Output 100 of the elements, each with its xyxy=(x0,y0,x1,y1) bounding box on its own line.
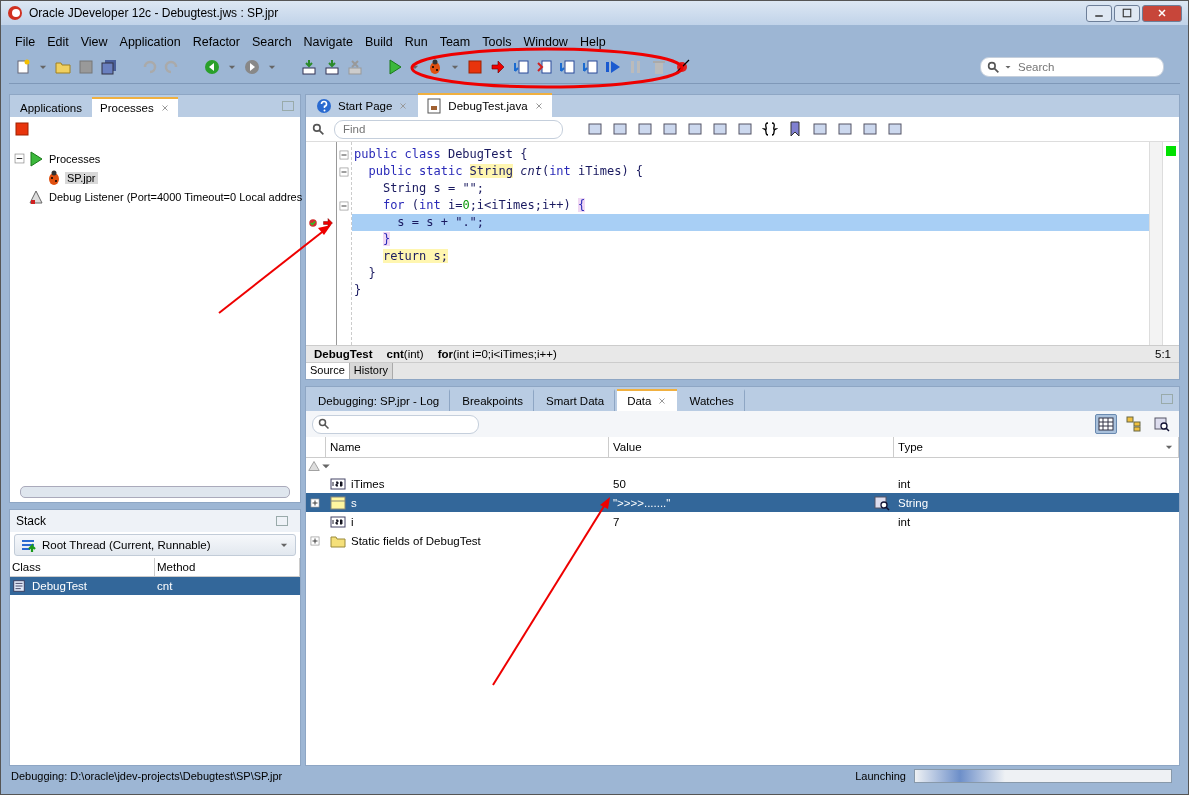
editor-view-tab[interactable]: Source xyxy=(306,363,350,379)
horizontal-scrollbar[interactable] xyxy=(20,486,290,498)
progress-label: Launching xyxy=(855,770,906,782)
find-box[interactable]: Find xyxy=(334,119,563,139)
step-over-icon[interactable] xyxy=(513,59,529,75)
minimize-button[interactable] xyxy=(1086,4,1112,22)
menu-item[interactable]: Refactor xyxy=(192,35,240,49)
search-icon[interactable] xyxy=(312,122,325,136)
table-view-button[interactable] xyxy=(1095,414,1117,434)
status-square-icon xyxy=(1166,146,1176,156)
cursor-position: 5:1 xyxy=(1155,348,1171,360)
breadcrumb[interactable]: DebugTest xyxy=(314,348,373,360)
data-search-field[interactable] xyxy=(312,414,479,434)
breadcrumb[interactable]: cnt(int) xyxy=(386,348,424,360)
save-all-icon[interactable] xyxy=(101,59,117,75)
dropdown-caret-icon[interactable] xyxy=(1004,63,1012,71)
data-row[interactable]: s xyxy=(326,493,609,512)
open-folder-icon[interactable] xyxy=(55,59,71,75)
menu-item[interactable]: Run xyxy=(404,35,428,49)
stop-icon[interactable] xyxy=(14,121,30,137)
menu-item[interactable]: File xyxy=(15,35,36,49)
editor-tab[interactable]: Start Page xyxy=(308,93,417,117)
menu-item[interactable]: Help xyxy=(579,35,606,49)
table-cell[interactable]: DebugTest xyxy=(10,577,155,595)
code-line: String s = ""; xyxy=(381,180,486,197)
menu-item[interactable]: Team xyxy=(439,35,471,49)
listener-icon xyxy=(28,188,44,205)
clean-icon[interactable] xyxy=(347,59,363,75)
fold-toggle-icon[interactable] xyxy=(339,166,349,177)
new-file-icon[interactable] xyxy=(15,59,31,75)
debug-bug-icon[interactable] xyxy=(427,59,443,75)
filter-toggle-icon[interactable] xyxy=(308,460,320,472)
inspect-icon[interactable] xyxy=(874,494,890,511)
build-icon[interactable] xyxy=(301,59,317,75)
step-out-icon[interactable] xyxy=(559,59,575,75)
forward-icon[interactable] xyxy=(244,59,260,75)
garbage-collect-icon[interactable] xyxy=(651,59,667,75)
close-icon[interactable] xyxy=(657,396,668,406)
back-icon[interactable] xyxy=(204,59,220,75)
panel-tab[interactable]: Applications xyxy=(12,97,90,117)
save-icon[interactable] xyxy=(78,59,94,75)
braces-icon[interactable] xyxy=(762,121,778,137)
breadcrumb[interactable]: for(int i=0;i<iTimes;i++) xyxy=(437,348,557,360)
panel-tab[interactable]: Processes xyxy=(92,97,178,117)
editor-tab[interactable]: DebugTest.java xyxy=(418,93,552,117)
column-header[interactable]: Value xyxy=(609,437,894,458)
window-title: Oracle JDeveloper 12c - Debugtest.jws : SP.jpr xyxy=(29,6,279,20)
search-icon[interactable] xyxy=(318,418,330,430)
tree-toggle-icon[interactable] xyxy=(14,153,25,164)
resume-icon[interactable] xyxy=(605,59,621,75)
tree-item[interactable]: SP.jpr xyxy=(65,171,98,184)
step-to-end-icon[interactable] xyxy=(582,59,598,75)
menu-item[interactable]: Navigate xyxy=(303,35,353,49)
java-file-icon xyxy=(426,98,443,114)
panel-title: Stack xyxy=(16,514,46,528)
find-execution-point-icon[interactable] xyxy=(490,59,506,75)
menu-item[interactable]: Tools xyxy=(482,35,512,49)
run-icon[interactable] xyxy=(387,59,403,75)
close-icon[interactable] xyxy=(159,103,170,113)
step-into-icon[interactable] xyxy=(536,59,552,75)
run-icon xyxy=(28,150,44,167)
debug-tab[interactable]: Data xyxy=(617,389,678,411)
search-field[interactable]: Search xyxy=(1016,60,1157,74)
thread-dropdown[interactable]: Root Thread (Current, Runnable) xyxy=(14,534,296,556)
table-cell: String xyxy=(894,493,1179,512)
tree-item[interactable]: Debug Listener (Port=4000 Timeout=0 Local addres xyxy=(47,190,305,203)
tree-item[interactable]: Processes xyxy=(47,152,103,165)
editor-view-tab[interactable]: History xyxy=(349,363,394,379)
stop-icon[interactable] xyxy=(467,59,483,75)
bookmark-icon[interactable] xyxy=(787,121,803,137)
maximize-icon[interactable] xyxy=(1121,7,1133,19)
object-icon xyxy=(330,494,346,511)
table-cell[interactable]: cnt xyxy=(155,577,300,595)
search-box[interactable]: Search xyxy=(980,57,1164,77)
close-icon[interactable] xyxy=(1156,7,1168,19)
vertical-scrollbar[interactable] xyxy=(1149,142,1162,345)
code-line: } xyxy=(367,265,377,282)
menu-item[interactable]: Window xyxy=(523,35,568,49)
close-button[interactable] xyxy=(1142,4,1182,22)
close-icon[interactable] xyxy=(533,101,544,111)
code-line: public static String cnt(int iTimes) { xyxy=(367,163,645,180)
disable-breakpoints-icon[interactable] xyxy=(674,59,690,75)
column-header[interactable]: Type xyxy=(894,437,1179,458)
column-header[interactable]: Name xyxy=(326,437,609,458)
execution-arrow-icon xyxy=(322,216,334,229)
expand-toggle-icon[interactable] xyxy=(310,535,320,546)
fold-toggle-icon[interactable] xyxy=(339,149,349,160)
search-icon[interactable] xyxy=(987,60,1000,74)
menu-item[interactable]: Edit xyxy=(47,35,69,49)
menu-item[interactable]: View xyxy=(80,35,108,49)
fold-toggle-icon[interactable] xyxy=(339,200,349,211)
build-all-icon[interactable] xyxy=(324,59,340,75)
code-line: for (int i=0;i<iTimes;i++) { xyxy=(381,197,587,214)
menu-item[interactable]: Build xyxy=(364,35,393,49)
menu-item[interactable]: Application xyxy=(119,35,181,49)
maximize-button[interactable] xyxy=(1114,4,1140,22)
find-field[interactable]: Find xyxy=(341,122,556,136)
menu-item[interactable]: Search xyxy=(252,35,292,49)
minimize-icon[interactable] xyxy=(276,516,288,526)
expand-toggle-icon[interactable] xyxy=(310,497,320,508)
